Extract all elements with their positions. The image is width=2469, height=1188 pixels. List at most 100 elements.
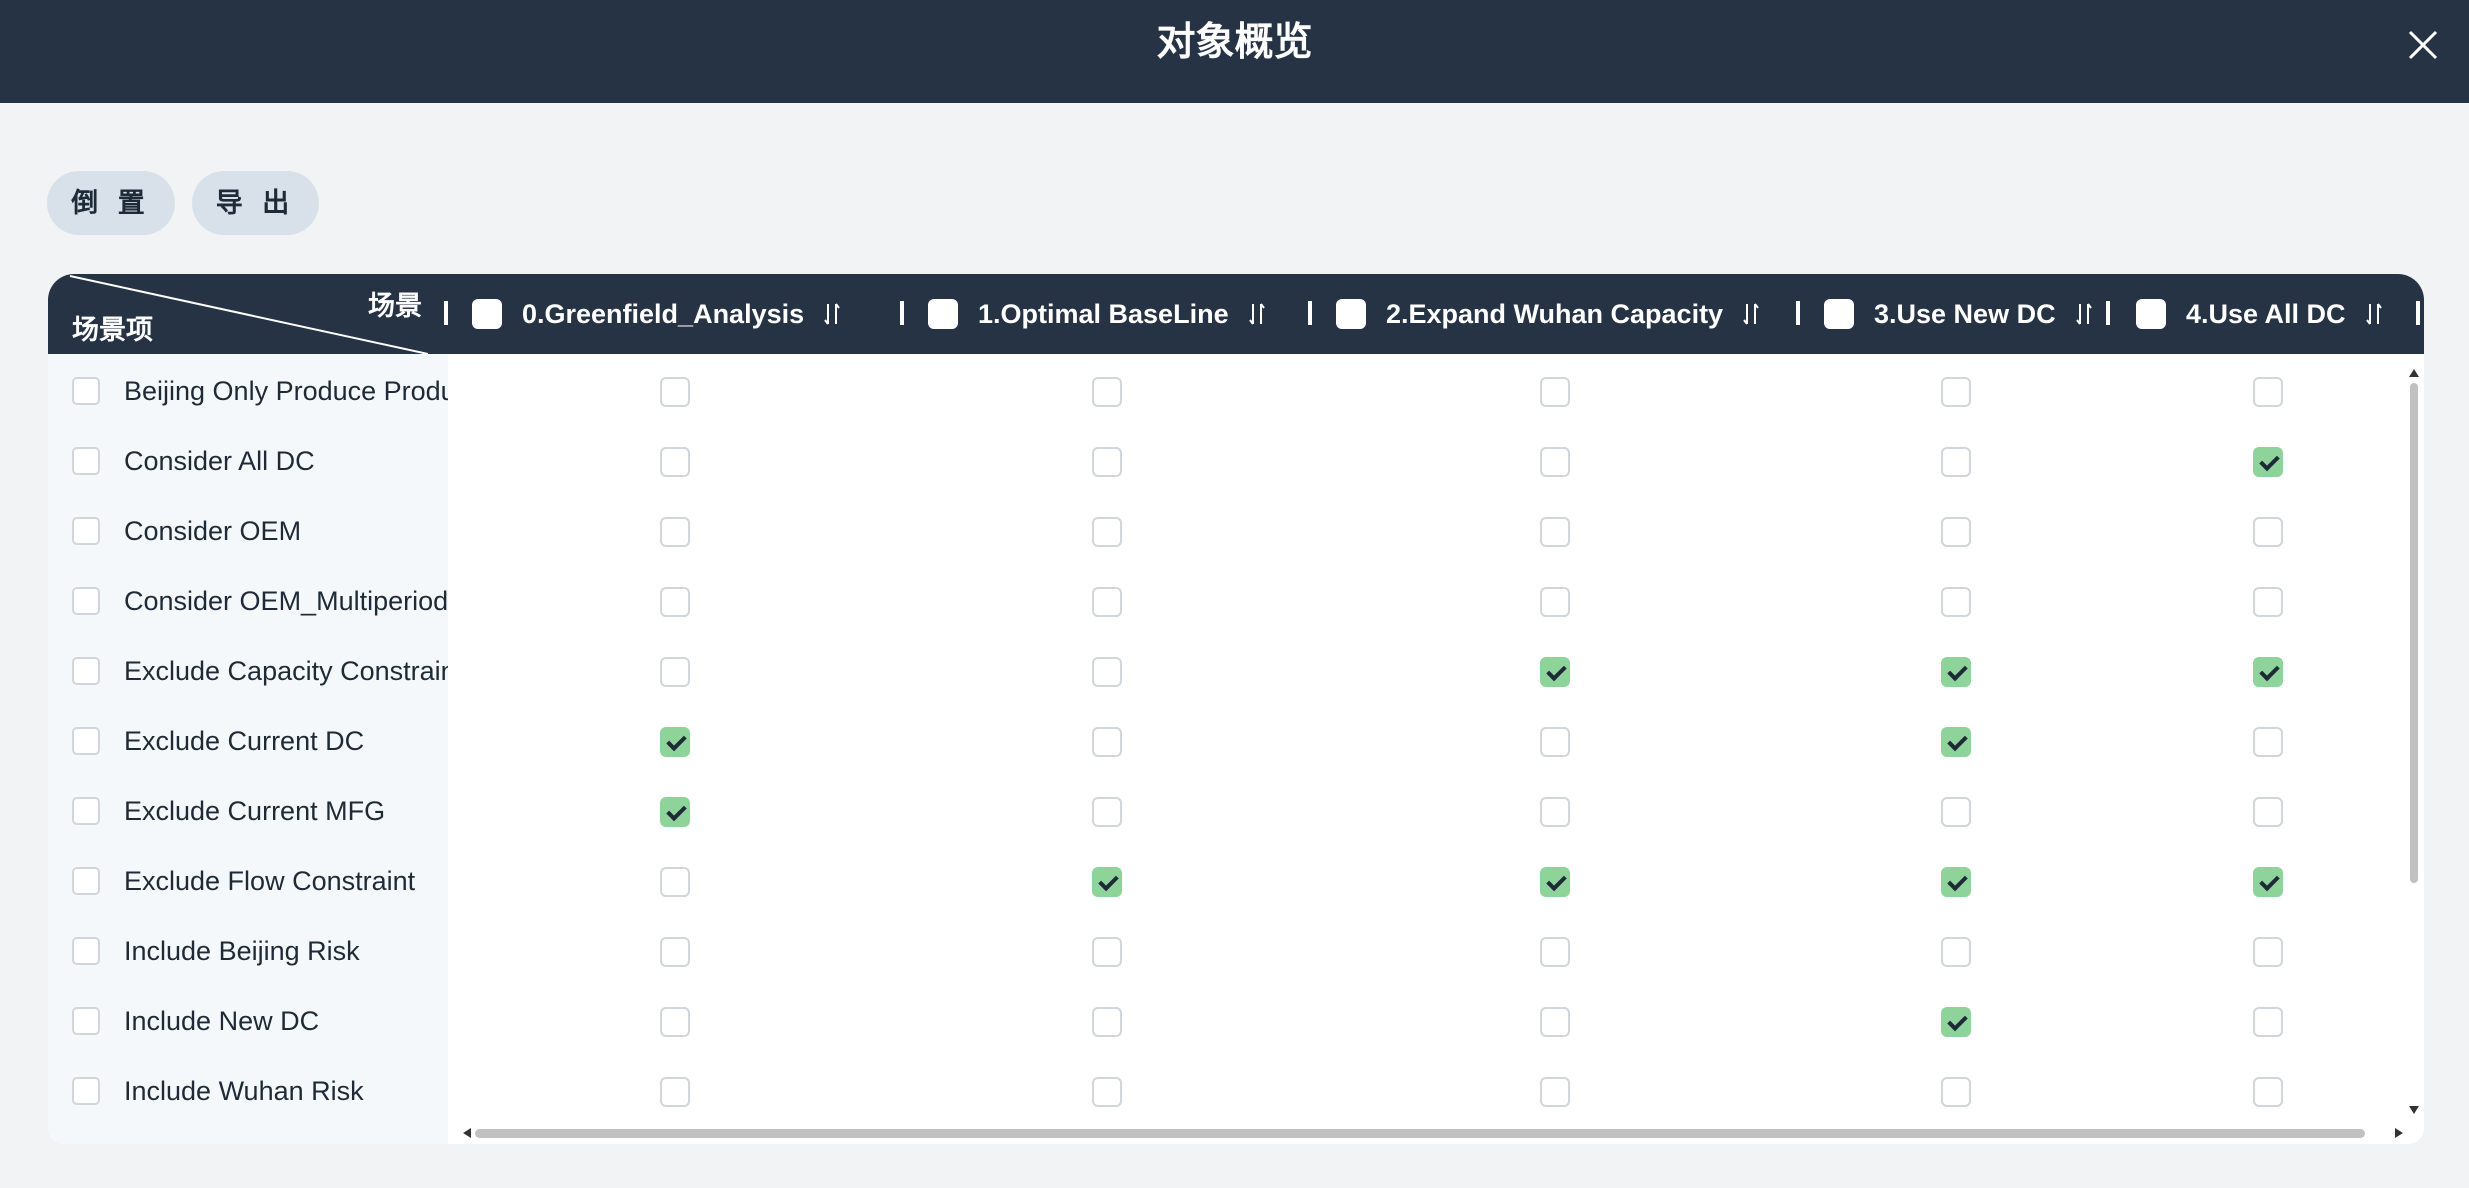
column-select-checkbox[interactable]	[1824, 299, 1854, 329]
matrix-checkbox[interactable]	[2253, 797, 2283, 827]
matrix-checkbox[interactable]	[660, 727, 690, 757]
column-resize-handle[interactable]	[2106, 301, 2110, 325]
matrix-checkbox[interactable]	[2253, 727, 2283, 757]
horizontal-scrollbar[interactable]	[463, 1126, 2403, 1140]
row-select-checkbox[interactable]	[72, 657, 100, 685]
matrix-checkbox[interactable]	[660, 937, 690, 967]
overview-table: 场景 场景项 0.Greenfield_Analysis 1.Optimal B…	[48, 274, 2424, 1144]
close-icon[interactable]	[2400, 22, 2446, 68]
matrix-checkbox[interactable]	[1092, 797, 1122, 827]
matrix-checkbox[interactable]	[1941, 657, 1971, 687]
vertical-scrollbar[interactable]	[2404, 369, 2424, 1114]
scroll-down-arrow-icon[interactable]	[2409, 1106, 2419, 1114]
scrollbar-thumb[interactable]	[475, 1129, 2365, 1138]
matrix-checkbox[interactable]	[660, 867, 690, 897]
matrix-checkbox[interactable]	[1941, 867, 1971, 897]
matrix-checkbox[interactable]	[660, 377, 690, 407]
matrix-checkbox[interactable]	[1540, 797, 1570, 827]
matrix-checkbox[interactable]	[660, 587, 690, 617]
matrix-checkbox[interactable]	[660, 1007, 690, 1037]
column-header-2: 2.Expand Wuhan Capacity	[1336, 274, 1759, 354]
matrix-checkbox[interactable]	[1540, 727, 1570, 757]
matrix-checkbox[interactable]	[2253, 517, 2283, 547]
matrix-checkbox[interactable]	[1092, 447, 1122, 477]
matrix-checkbox[interactable]	[1540, 447, 1570, 477]
column-resize-handle[interactable]	[2416, 301, 2420, 325]
matrix-checkbox[interactable]	[1941, 727, 1971, 757]
matrix-checkbox[interactable]	[660, 447, 690, 477]
matrix-checkbox[interactable]	[2253, 867, 2283, 897]
matrix-checkbox[interactable]	[1540, 867, 1570, 897]
export-button[interactable]: 导 出	[192, 171, 319, 235]
column-select-checkbox[interactable]	[1336, 299, 1366, 329]
matrix-checkbox[interactable]	[1540, 1077, 1570, 1107]
matrix-checkbox[interactable]	[1540, 587, 1570, 617]
row-select-checkbox[interactable]	[72, 377, 100, 405]
matrix-checkbox[interactable]	[1092, 377, 1122, 407]
row-select-checkbox[interactable]	[72, 937, 100, 965]
matrix-checkbox[interactable]	[1941, 377, 1971, 407]
scroll-up-arrow-icon[interactable]	[2409, 369, 2419, 377]
matrix-checkbox[interactable]	[1092, 1077, 1122, 1107]
column-select-checkbox[interactable]	[928, 299, 958, 329]
matrix-checkbox[interactable]	[1540, 657, 1570, 687]
matrix-checkbox[interactable]	[1092, 517, 1122, 547]
matrix-checkbox[interactable]	[1941, 937, 1971, 967]
column-select-checkbox[interactable]	[472, 299, 502, 329]
row-select-checkbox[interactable]	[72, 727, 100, 755]
row-select-checkbox[interactable]	[72, 1007, 100, 1035]
matrix-checkbox[interactable]	[1540, 377, 1570, 407]
table-row: Include Wuhan Risk	[48, 1056, 2424, 1126]
row-select-checkbox[interactable]	[72, 867, 100, 895]
sort-icon[interactable]	[1743, 302, 1759, 326]
matrix-checkbox[interactable]	[1092, 657, 1122, 687]
matrix-checkbox[interactable]	[660, 517, 690, 547]
column-select-checkbox[interactable]	[2136, 299, 2166, 329]
column-resize-handle[interactable]	[900, 301, 904, 325]
row-select-checkbox[interactable]	[72, 1077, 100, 1105]
matrix-checkbox[interactable]	[1092, 867, 1122, 897]
matrix-checkbox[interactable]	[1540, 1007, 1570, 1037]
invert-button[interactable]: 倒 置	[47, 171, 175, 235]
matrix-checkbox[interactable]	[2253, 587, 2283, 617]
matrix-checkbox[interactable]	[1941, 447, 1971, 477]
column-resize-handle[interactable]	[1308, 301, 1312, 325]
matrix-checkbox[interactable]	[2253, 1077, 2283, 1107]
matrix-checkbox[interactable]	[1092, 587, 1122, 617]
row-select-checkbox[interactable]	[72, 587, 100, 615]
row-label: Consider OEM_Multiperiod	[124, 586, 448, 616]
matrix-checkbox[interactable]	[2253, 447, 2283, 477]
matrix-checkbox[interactable]	[1941, 587, 1971, 617]
scroll-right-arrow-icon[interactable]	[2395, 1128, 2403, 1138]
sort-icon[interactable]	[2365, 302, 2382, 326]
matrix-checkbox[interactable]	[2253, 377, 2283, 407]
matrix-checkbox[interactable]	[1092, 1007, 1122, 1037]
matrix-checkbox[interactable]	[1941, 1077, 1971, 1107]
column-label: 1.Optimal BaseLine	[978, 298, 1229, 329]
matrix-checkbox[interactable]	[1092, 727, 1122, 757]
column-resize-handle[interactable]	[1796, 301, 1800, 325]
sort-icon[interactable]	[2075, 302, 2092, 326]
row-select-checkbox[interactable]	[72, 797, 100, 825]
sort-icon[interactable]	[1248, 302, 1265, 326]
matrix-checkbox[interactable]	[1540, 937, 1570, 967]
matrix-checkbox[interactable]	[2253, 937, 2283, 967]
row-select-checkbox[interactable]	[72, 517, 100, 545]
sort-icon[interactable]	[824, 302, 840, 326]
matrix-checkbox[interactable]	[660, 1077, 690, 1107]
matrix-checkbox[interactable]	[1540, 517, 1570, 547]
row-select-checkbox[interactable]	[72, 447, 100, 475]
matrix-checkbox[interactable]	[660, 657, 690, 687]
matrix-checkbox[interactable]	[1941, 797, 1971, 827]
matrix-checkbox[interactable]	[1941, 1007, 1971, 1037]
column-resize-handle[interactable]	[444, 301, 448, 325]
matrix-checkbox[interactable]	[2253, 657, 2283, 687]
column-label: 4.Use All DC	[2186, 298, 2346, 329]
matrix-checkbox[interactable]	[1941, 517, 1971, 547]
matrix-checkbox[interactable]	[660, 797, 690, 827]
corner-label-scenario-item: 场景项	[72, 315, 153, 345]
scroll-left-arrow-icon[interactable]	[463, 1128, 471, 1138]
matrix-checkbox[interactable]	[1092, 937, 1122, 967]
matrix-checkbox[interactable]	[2253, 1007, 2283, 1037]
scrollbar-thumb[interactable]	[2410, 383, 2418, 883]
